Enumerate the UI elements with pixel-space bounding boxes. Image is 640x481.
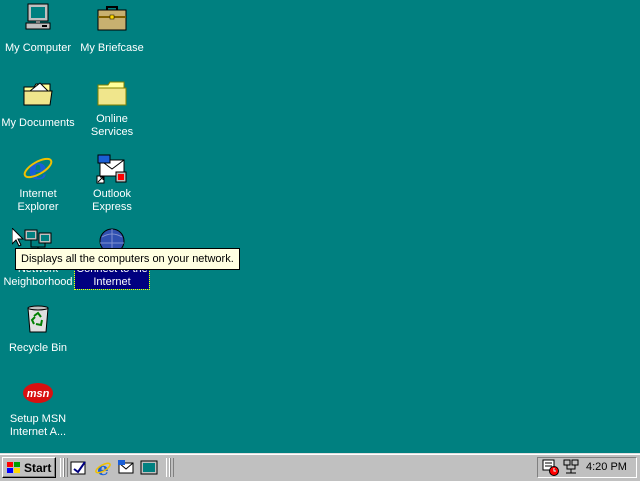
desktop-icon-my-computer[interactable]: My Computer <box>0 2 76 56</box>
desktop-icon-label: My Documents <box>1 117 75 129</box>
briefcase-icon <box>97 6 127 31</box>
desktop-icon-label: Setup MSN Internet A... <box>9 413 67 438</box>
toolbar-grip[interactable] <box>169 458 174 477</box>
desktop-icon-outlook-express[interactable]: Outlook Express <box>74 152 150 215</box>
scheduler-icon[interactable] <box>542 459 560 476</box>
desktop-icon-label: Recycle Bin <box>8 342 68 354</box>
desktop-icon-my-briefcase[interactable]: My Briefcase <box>74 2 150 56</box>
svg-text:e: e <box>28 152 47 184</box>
network-tray-icon[interactable] <box>562 459 580 476</box>
start-label: Start <box>24 460 52 475</box>
mouse-cursor-icon <box>12 228 24 247</box>
desktop-icon-setup-msn[interactable]: msn Setup MSN Internet A... <box>0 377 76 440</box>
msn-icon: msn <box>23 383 53 403</box>
desktop-icon-recycle-bin[interactable]: Recycle Bin <box>0 302 76 356</box>
outlook-express-icon <box>96 154 127 184</box>
taskbar: Start e 4:20 PM <box>0 453 640 481</box>
my-documents-icon <box>23 82 53 106</box>
desktop-icon-online-services[interactable]: Online Services <box>74 77 150 140</box>
tooltip: Displays all the computers on your netwo… <box>15 248 240 270</box>
desktop[interactable]: My Computer My Briefcase My Documents On… <box>0 0 640 453</box>
outlook-express-icon[interactable] <box>117 459 135 477</box>
show-desktop-icon[interactable] <box>70 459 88 477</box>
recycle-bin-icon <box>27 305 49 333</box>
desktop-icon-internet-explorer[interactable]: e Internet Explorer <box>0 152 76 215</box>
svg-text:msn: msn <box>27 388 50 400</box>
desktop-icon-label: My Briefcase <box>80 42 144 54</box>
toolbar-grip[interactable] <box>63 458 68 477</box>
windows-logo-icon <box>7 461 20 473</box>
desktop-icon-label: Internet Explorer <box>17 188 59 213</box>
desktop-icon-label: My Computer <box>4 42 72 54</box>
internet-explorer-icon: e <box>23 152 53 184</box>
start-button[interactable]: Start <box>2 457 56 478</box>
desktop-icon-label: Outlook Express <box>92 188 132 213</box>
channels-icon[interactable] <box>140 459 158 477</box>
folder-icon <box>97 81 127 106</box>
desktop-icon-label: Online Services <box>90 113 134 138</box>
internet-explorer-icon[interactable]: e <box>94 459 112 477</box>
desktop-icon-my-documents[interactable]: My Documents <box>0 77 76 131</box>
my-computer-icon <box>25 3 51 30</box>
system-tray: 4:20 PM <box>537 457 637 478</box>
clock[interactable]: 4:20 PM <box>586 461 627 473</box>
